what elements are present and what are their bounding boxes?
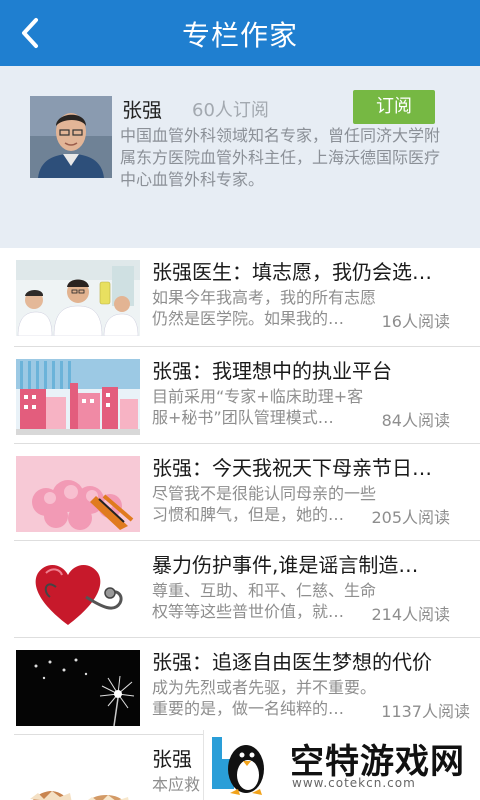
watermark: 空特游戏网 www.cotekcn.com	[203, 730, 480, 800]
top-bar: 专栏作家	[0, 0, 480, 66]
article-title: 张强：追逐自由医生梦想的代价	[152, 650, 432, 674]
article-item[interactable]: 张强：我理想中的执业平台 目前采用“专家+临床助理+客服+秘书”团队管理模式… …	[0, 347, 480, 445]
article-item[interactable]: 张强：追逐自由医生梦想的代价 成为先烈或者先驱，并不重要。重要的是，做一名纯粹的…	[0, 638, 480, 736]
article-summary: 如果今年我高考，我的所有志愿仍然是医学院。如果我的…	[152, 288, 377, 328]
article-title: 张强：今天我祝天下母亲节日…	[152, 456, 432, 480]
author-avatar	[30, 96, 112, 178]
watermark-url: www.cotekcn.com	[292, 776, 416, 790]
article-item[interactable]: 张强：今天我祝天下母亲节日… 尽管我不是很能认同母亲的一些习惯和脾气，但是，她的…	[0, 444, 480, 542]
article-thumbnail	[16, 359, 140, 435]
penguin-logo-icon	[210, 733, 268, 797]
article-title: 张强医生：填志愿，我仍会选…	[152, 260, 432, 284]
article-item[interactable]: 张强医生：填志愿，我仍会选… 如果今年我高考，我的所有志愿仍然是医学院。如果我的…	[0, 248, 480, 346]
article-read-count: 214人阅读	[371, 605, 450, 624]
article-title: 张强：我理想中的执业平台	[152, 359, 392, 383]
page-title: 专栏作家	[181, 19, 298, 52]
article-thumbnail	[16, 650, 140, 726]
article-item[interactable]: 暴力伤护事件,谁是谣言制造… 尊重、互助、和平、仁慈、生命权等等这些普世价值，就…	[0, 541, 480, 639]
subscribe-button[interactable]: 订阅	[353, 90, 435, 124]
article-summary: 尊重、互助、和平、仁慈、生命权等等这些普世价值，就…	[152, 581, 377, 621]
subscriber-count: 60人订阅	[192, 100, 269, 121]
article-read-count: 84人阅读	[381, 411, 450, 430]
author-profile: 张强 60人订阅 订阅 中国血管外科领域知名专家，曾任同济大学附属东方医院血管外…	[0, 66, 480, 248]
article-summary: 目前采用“专家+临床助理+客服+秘书”团队管理模式…	[152, 387, 364, 427]
article-thumbnail	[16, 747, 140, 800]
article-summary: 尽管我不是很能认同母亲的一些习惯和脾气，但是，她的…	[152, 484, 377, 524]
article-thumbnail	[16, 553, 140, 629]
article-title: 暴力伤护事件,谁是谣言制造…	[152, 553, 419, 577]
author-name: 张强	[122, 98, 162, 122]
article-thumbnail	[16, 456, 140, 532]
article-summary: 成为先烈或者先驱，并不重要。重要的是，做一名纯粹的…	[152, 678, 377, 718]
article-read-count: 205人阅读	[371, 508, 450, 527]
author-description: 中国血管外科领域知名专家，曾任同济大学附属东方医院血管外科主任，上海沃德国际医疗…	[120, 126, 441, 189]
article-read-count: 1137人阅读	[381, 702, 470, 721]
article-read-count: 16人阅读	[381, 312, 450, 331]
article-thumbnail	[16, 260, 140, 336]
